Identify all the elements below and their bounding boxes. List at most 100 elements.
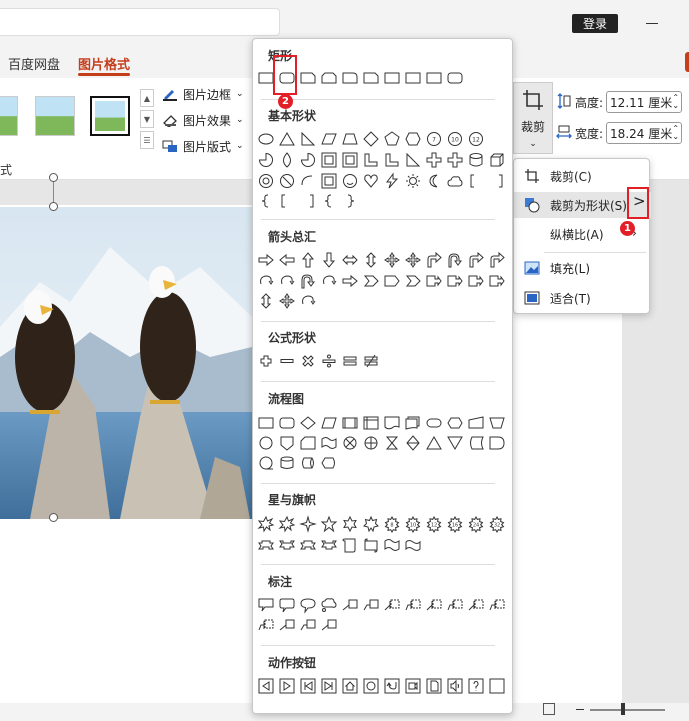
shape-option[interactable]: [320, 352, 338, 370]
shape-option[interactable]: [404, 677, 422, 695]
shape-option[interactable]: [467, 151, 485, 169]
tab-picture-format[interactable]: 图片格式: [78, 54, 130, 73]
shape-option[interactable]: [299, 616, 317, 634]
shape-option[interactable]: [425, 272, 443, 290]
shape-option[interactable]: [320, 414, 338, 432]
shape-option[interactable]: [404, 172, 422, 190]
shape-option[interactable]: [320, 192, 338, 210]
shape-option[interactable]: [341, 434, 359, 452]
shape-option[interactable]: [341, 515, 359, 533]
shape-option[interactable]: [278, 272, 296, 290]
shape-option[interactable]: [320, 536, 338, 554]
shape-option[interactable]: [446, 414, 464, 432]
shape-option[interactable]: 7: [425, 130, 443, 148]
shape-option[interactable]: [467, 434, 485, 452]
shape-option[interactable]: [446, 172, 464, 190]
crop-button[interactable]: 裁剪 ⌄: [513, 82, 553, 154]
shape-option[interactable]: [278, 414, 296, 432]
presentation-icon[interactable]: [543, 703, 555, 715]
shape-option[interactable]: [299, 172, 317, 190]
shape-option[interactable]: [341, 596, 359, 614]
picture-style-thumb[interactable]: [0, 96, 18, 136]
shape-option[interactable]: [320, 251, 338, 269]
shape-option[interactable]: [320, 515, 338, 533]
shape-option[interactable]: [383, 130, 401, 148]
shape-option[interactable]: [404, 596, 422, 614]
rotate-handle[interactable]: [49, 173, 58, 182]
shape-option[interactable]: [299, 352, 317, 370]
shape-option[interactable]: [299, 69, 317, 87]
shape-option[interactable]: [362, 272, 380, 290]
resize-handle-top[interactable]: [49, 202, 58, 211]
shape-option[interactable]: [278, 151, 296, 169]
shape-option[interactable]: [278, 292, 296, 310]
shape-option[interactable]: [341, 677, 359, 695]
shape-option[interactable]: [488, 272, 506, 290]
picture-layout-button[interactable]: 图片版式 ⌄: [162, 136, 244, 156]
shape-option[interactable]: [383, 251, 401, 269]
menu-item-fit[interactable]: 适合(T): [514, 285, 651, 311]
shape-option[interactable]: 24: [467, 515, 485, 534]
shape-option[interactable]: [320, 130, 338, 148]
shape-option[interactable]: [341, 414, 359, 432]
shape-option[interactable]: [278, 172, 296, 190]
shape-option[interactable]: [488, 414, 506, 432]
shape-option[interactable]: [278, 352, 296, 370]
picture-style-thumb[interactable]: [35, 96, 75, 136]
shape-option[interactable]: [257, 434, 275, 452]
shape-option[interactable]: [446, 434, 464, 452]
shape-option[interactable]: [257, 596, 275, 614]
shape-option[interactable]: 32: [488, 515, 506, 534]
picture-effects-button[interactable]: 图片效果 ⌄: [162, 110, 244, 130]
shape-option[interactable]: [467, 251, 485, 269]
shape-option[interactable]: [299, 536, 317, 554]
shape-option[interactable]: [299, 677, 317, 695]
shape-option[interactable]: [488, 172, 506, 190]
shape-option[interactable]: [383, 414, 401, 432]
shape-option[interactable]: [341, 251, 359, 269]
shape-option[interactable]: [425, 414, 443, 432]
shape-option[interactable]: [278, 515, 296, 533]
shape-option[interactable]: [404, 434, 422, 452]
shape-option[interactable]: [362, 352, 380, 370]
gallery-down-icon[interactable]: ▼: [140, 110, 154, 128]
shape-option[interactable]: 10: [404, 515, 422, 534]
shape-option[interactable]: [404, 69, 422, 87]
shape-option[interactable]: [257, 536, 275, 554]
shape-option[interactable]: [488, 677, 506, 695]
shape-option[interactable]: [341, 151, 359, 169]
shape-option[interactable]: [299, 515, 317, 533]
shape-option[interactable]: [257, 515, 275, 533]
shape-option[interactable]: [404, 251, 422, 269]
shape-option[interactable]: [278, 434, 296, 452]
shape-option[interactable]: [278, 616, 296, 634]
shape-option[interactable]: 10: [446, 130, 464, 148]
shape-option[interactable]: [257, 251, 275, 269]
shape-option[interactable]: [257, 172, 275, 190]
title-search-box[interactable]: [0, 8, 280, 36]
shape-option[interactable]: [467, 172, 485, 190]
shape-option[interactable]: [404, 151, 422, 169]
menu-item-crop[interactable]: 裁剪(C): [514, 163, 651, 189]
shape-option[interactable]: [257, 352, 275, 370]
shape-option[interactable]: [278, 192, 296, 210]
gallery-more-icon[interactable]: ☰: [140, 131, 154, 149]
shape-option[interactable]: 16: [446, 515, 464, 534]
shape-option[interactable]: [362, 536, 380, 554]
shape-option[interactable]: [446, 272, 464, 290]
shape-option[interactable]: [383, 172, 401, 190]
shape-option[interactable]: [320, 172, 338, 190]
shape-option[interactable]: [278, 251, 296, 269]
shape-option[interactable]: [299, 251, 317, 269]
shape-option[interactable]: [446, 251, 464, 269]
shape-option[interactable]: [383, 596, 401, 614]
shape-option[interactable]: [257, 414, 275, 432]
shape-option[interactable]: [341, 172, 359, 190]
shape-option[interactable]: [299, 434, 317, 452]
shape-option[interactable]: [446, 69, 464, 87]
shape-option[interactable]: [383, 151, 401, 169]
shape-option[interactable]: [341, 69, 359, 87]
shape-option[interactable]: [299, 596, 317, 614]
shape-option[interactable]: [341, 352, 359, 370]
shape-option[interactable]: [425, 172, 443, 190]
